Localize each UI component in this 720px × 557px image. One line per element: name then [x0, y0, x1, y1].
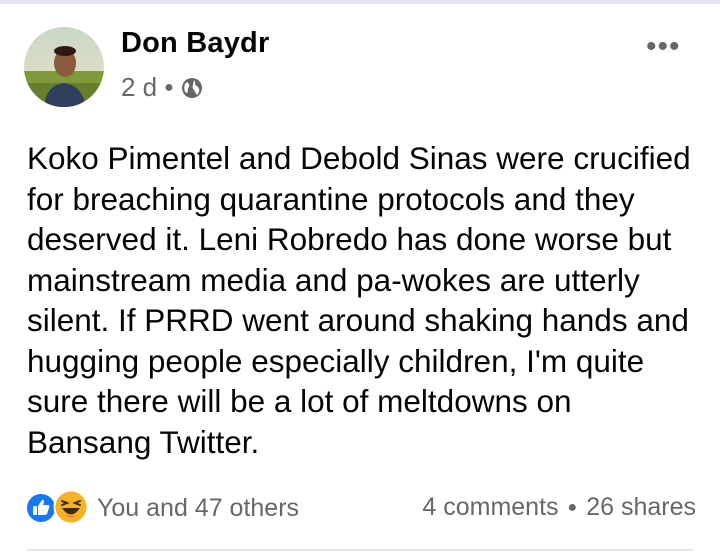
haha-reaction-icon	[53, 489, 89, 525]
bottom-divider	[27, 549, 693, 551]
top-divider	[0, 0, 720, 4]
separator-dot: ●	[164, 78, 174, 96]
post-timestamp[interactable]: 2 d	[121, 72, 157, 103]
reactions-summary[interactable]: You and 47 others	[25, 489, 300, 525]
facebook-post: Don Baydr 2 d ● ••• Koko Pimentel and De…	[0, 0, 720, 557]
reactions-count-text: You and 47 others	[97, 493, 300, 522]
post-meta: 2 d ●	[121, 72, 204, 103]
reaction-icons	[25, 489, 93, 525]
globe-icon	[180, 76, 204, 100]
post-stats: 4 comments ● 26 shares	[422, 493, 696, 522]
author-name[interactable]: Don Baydr	[121, 27, 269, 60]
shares-count[interactable]: 26 shares	[586, 493, 696, 522]
avatar[interactable]	[24, 27, 104, 107]
separator-dot: ●	[567, 498, 578, 516]
post-text: Koko Pimentel and Debold Sinas were cruc…	[27, 140, 691, 460]
comments-count[interactable]: 4 comments	[422, 493, 558, 522]
more-options-icon[interactable]: •••	[646, 30, 681, 64]
